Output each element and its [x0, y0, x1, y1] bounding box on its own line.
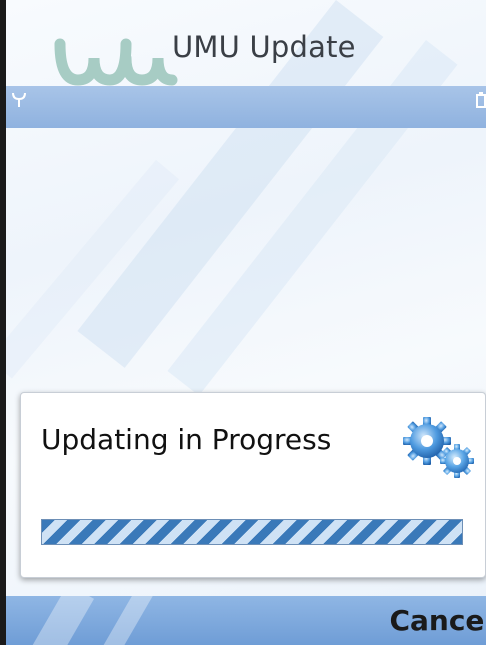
- umu-logo-icon: [54, 38, 178, 86]
- battery-icon: [476, 92, 486, 108]
- progress-bar: [41, 519, 463, 545]
- app-title: UMU Update: [172, 30, 356, 64]
- progress-fill: [42, 520, 462, 544]
- cancel-button[interactable]: Cancel: [389, 604, 486, 637]
- softkey-bar: Cancel: [6, 596, 486, 645]
- phone-screen: UMU Update Updating in Progress Cancel: [0, 0, 486, 645]
- signal-antenna-icon: [12, 92, 26, 107]
- softkey-streak: [28, 596, 94, 645]
- progress-dialog: Updating in Progress: [20, 392, 486, 578]
- title-bar: UMU Update: [6, 0, 486, 86]
- softkey-streak: [97, 596, 153, 645]
- status-bar: [6, 86, 486, 128]
- dialog-message: Updating in Progress: [41, 423, 332, 456]
- gears-icon: [403, 417, 474, 478]
